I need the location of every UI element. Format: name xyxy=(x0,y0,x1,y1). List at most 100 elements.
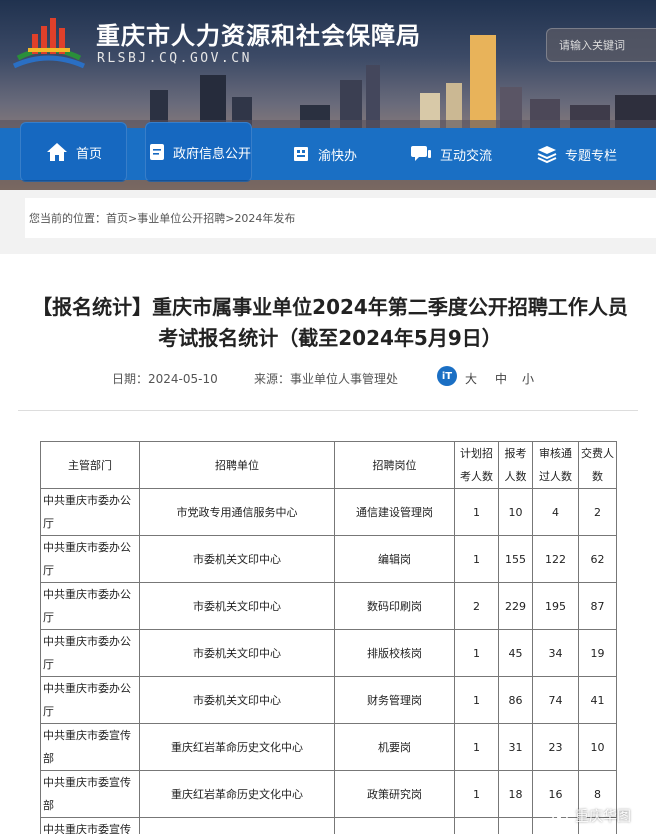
table-row: 中共重庆市委办公厅 市委机关文印中心 编辑岗 1 155 122 62 xyxy=(40,535,617,583)
font-size-large[interactable]: 大 xyxy=(465,370,477,387)
nav-item-yukuaiban[interactable]: 渝快办 xyxy=(292,128,357,180)
date-value: 2024-05-10 xyxy=(148,372,218,386)
cell-planned: 1 xyxy=(454,629,499,677)
breadcrumb-link-2024[interactable]: 2024年发布 xyxy=(234,212,295,225)
nav-label: 互动交流 xyxy=(440,148,493,164)
cell-approved: 4 xyxy=(532,488,579,536)
cell-planned: 1 xyxy=(454,535,499,583)
cell-unit: 市委机关文印中心 xyxy=(139,629,335,677)
cell-unit: 重庆红岩革命历史文化中心 xyxy=(139,770,335,818)
cell-unit: 市委机关文印中心 xyxy=(139,582,335,630)
cell-planned: 1 xyxy=(454,770,499,818)
registration-stats-table: 主管部门 招聘单位 招聘岗位 计划招考人数 报考人数 审核通过人数 交费人数 中… xyxy=(40,441,617,834)
cell-unit: 市委机关文印中心 xyxy=(139,676,335,724)
cell-approved: 74 xyxy=(532,676,579,724)
cell-position: 政策研究岗 xyxy=(334,770,455,818)
header-position: 招聘岗位 xyxy=(334,441,455,489)
cell-paid: 2 xyxy=(578,488,617,536)
document-icon xyxy=(150,144,164,160)
cell-planned: 2 xyxy=(454,582,499,630)
cell-position: 排版校核岗 xyxy=(334,629,455,677)
cell-paid: 87 xyxy=(578,582,617,630)
nav-label: 渝快办 xyxy=(318,148,358,164)
cell-unit: 市党政专用通信服务中心 xyxy=(139,488,335,536)
article-date: 日期：2024-05-10 xyxy=(112,370,218,387)
font-size-small[interactable]: 小 xyxy=(522,370,534,387)
cell-department: 中共重庆市委办公厅 xyxy=(40,629,140,677)
font-size-icon: iT xyxy=(437,366,457,386)
header-applicants: 报考人数 xyxy=(498,441,533,489)
main-nav: 首页 政府信息公开 渝快办 互动交流 专题专栏 xyxy=(0,122,656,182)
search-input[interactable] xyxy=(547,29,656,61)
cell-unit: 市委机关文印中心 xyxy=(139,535,335,583)
cell-approved: 23 xyxy=(532,723,579,771)
cell-position: 机要岗 xyxy=(334,723,455,771)
cell-paid: 41 xyxy=(578,676,617,724)
cell-position: 通信建设管理岗 xyxy=(334,488,455,536)
cell-department: 中共重庆市委办公厅 xyxy=(40,676,140,724)
layers-icon xyxy=(537,146,557,164)
table-row: 中共重庆市委办公厅 市委机关文印中心 财务管理岗 1 86 74 41 xyxy=(40,676,617,724)
cell-applicants: 31 xyxy=(498,723,533,771)
breadcrumb: 您当前的位置：首页>事业单位公开招聘>2024年发布 xyxy=(29,210,295,226)
watermark-text: 重庆华图 xyxy=(575,809,631,825)
article-title: 【报名统计】重庆市属事业单位2024年第二季度公开招聘工作人员考试报名统计（截至… xyxy=(32,295,628,350)
cell-planned: 1 xyxy=(454,488,499,536)
cell-department: 中共重庆市委办公厅 xyxy=(40,488,140,536)
nav-label: 专题专栏 xyxy=(565,148,618,164)
source-label: 来源： xyxy=(254,372,291,386)
cell-planned: 1 xyxy=(454,817,499,834)
table-row: 中共重庆市委宣传部重庆红岩革命历史文化中心基层党务岗11096 xyxy=(40,817,617,834)
cell-department: 中共重庆市委办公厅 xyxy=(40,582,140,630)
font-size-medium[interactable]: 中 xyxy=(495,370,507,387)
table-header-row: 主管部门 招聘单位 招聘岗位 计划招考人数 报考人数 审核通过人数 交费人数 xyxy=(40,441,617,489)
article-source: 来源：事业单位人事管理处 xyxy=(254,370,398,387)
nav-label: 政府信息公开 xyxy=(173,146,252,162)
article-card: 【报名统计】重庆市属事业单位2024年第二季度公开招聘工作人员考试报名统计（截至… xyxy=(0,254,656,834)
cell-applicants: 45 xyxy=(498,629,533,677)
watermark: 重庆华图 xyxy=(552,806,631,826)
cell-position: 财务管理岗 xyxy=(334,676,455,724)
header-unit: 招聘单位 xyxy=(139,441,335,489)
table-row: 中共重庆市委宣传部 重庆红岩革命历史文化中心 机要岗 1 31 23 10 xyxy=(40,723,617,771)
header-paid: 交费人数 xyxy=(578,441,617,489)
breadcrumb-separator: > xyxy=(128,212,138,225)
nav-item-special[interactable]: 专题专栏 xyxy=(537,128,617,180)
cell-department: 中共重庆市委宣传部 xyxy=(40,770,140,818)
weibo-icon xyxy=(552,810,569,823)
cell-unit: 重庆红岩革命历史文化中心 xyxy=(139,723,335,771)
building-icon xyxy=(294,147,308,161)
breadcrumb-bar: 您当前的位置：首页>事业单位公开招聘>2024年发布 xyxy=(25,198,656,238)
cell-approved: 34 xyxy=(532,629,579,677)
cell-position: 基层党务岗 xyxy=(334,817,455,834)
nav-label: 首页 xyxy=(76,146,103,162)
cell-position: 编辑岗 xyxy=(334,535,455,583)
search-box[interactable] xyxy=(546,28,656,62)
cell-position: 数码印刷岗 xyxy=(334,582,455,630)
cell-paid: 62 xyxy=(578,535,617,583)
nav-item-home[interactable]: 首页 xyxy=(20,122,127,182)
breadcrumb-link-home[interactable]: 首页 xyxy=(106,212,128,225)
cell-department: 中共重庆市委宣传部 xyxy=(40,817,140,834)
header-planned: 计划招考人数 xyxy=(454,441,499,489)
cell-applicants: 86 xyxy=(498,676,533,724)
divider xyxy=(18,410,638,411)
chat-icon xyxy=(411,146,431,161)
cell-unit: 重庆红岩革命历史文化中心 xyxy=(139,817,335,834)
nav-item-interaction[interactable]: 互动交流 xyxy=(410,128,492,180)
cell-department: 中共重庆市委办公厅 xyxy=(40,535,140,583)
cell-paid: 19 xyxy=(578,629,617,677)
cell-approved: 122 xyxy=(532,535,579,583)
cell-applicants: 155 xyxy=(498,535,533,583)
cell-approved: 195 xyxy=(532,582,579,630)
table-row: 中共重庆市委宣传部 重庆红岩革命历史文化中心 政策研究岗 1 18 16 8 xyxy=(40,770,617,818)
source-value: 事业单位人事管理处 xyxy=(290,372,399,386)
table-row: 中共重庆市委办公厅 市委机关文印中心 数码印刷岗 2 229 195 87 xyxy=(40,582,617,630)
site-title[interactable]: 重庆市人力资源和社会保障局 xyxy=(96,16,421,51)
table-row: 中共重庆市委办公厅 市委机关文印中心 排版校核岗 1 45 34 19 xyxy=(40,629,617,677)
cell-applicants: 10 xyxy=(498,817,533,834)
breadcrumb-link-recruitment[interactable]: 事业单位公开招聘 xyxy=(137,212,225,225)
nav-item-gov-info[interactable]: 政府信息公开 xyxy=(145,122,252,182)
home-icon xyxy=(47,143,67,161)
header-approved: 审核通过人数 xyxy=(532,441,579,489)
